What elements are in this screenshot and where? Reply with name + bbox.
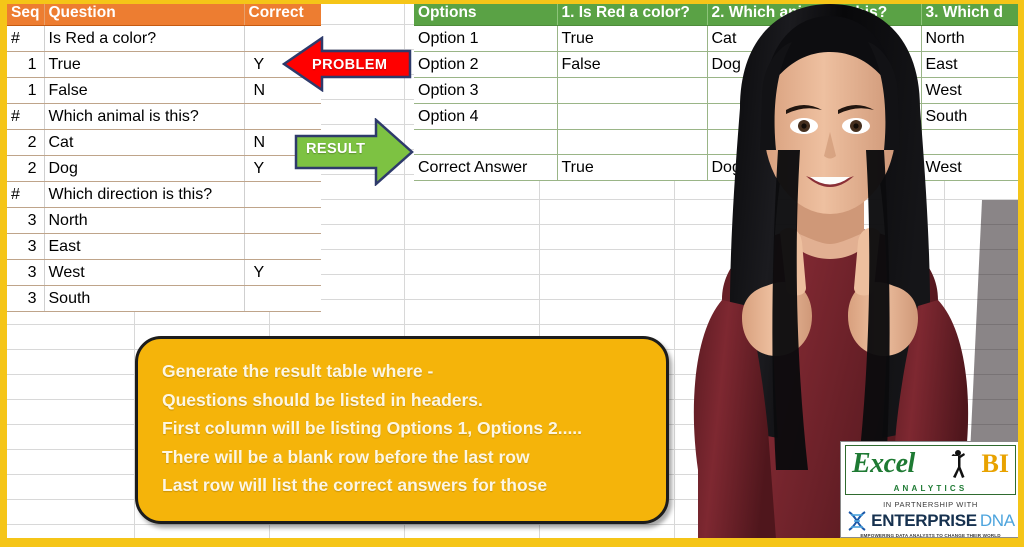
instructions-callout: Generate the result table where - Questi…: [135, 336, 669, 524]
result-cell-option-label[interactable]: [414, 129, 558, 155]
logo-dna-text: DNA: [979, 511, 1015, 530]
callout-line: Generate the result table where -: [162, 361, 434, 381]
problem-cell-seq[interactable]: 2: [7, 155, 45, 182]
dna-helix-icon: [848, 511, 866, 531]
result-arrow-label: RESULT: [306, 141, 366, 157]
problem-cell-seq[interactable]: 1: [7, 51, 45, 78]
problem-cell-question[interactable]: False: [44, 77, 245, 104]
problem-cell-question[interactable]: True: [44, 51, 245, 78]
problem-table[interactable]: Seq Question Correct # Is Red a color? 1…: [7, 0, 321, 312]
result-cell-option-label[interactable]: Option 4: [414, 103, 558, 130]
logo-enterprise-text: ENTERPRISE: [871, 511, 977, 530]
frame-left-edge: [0, 0, 7, 547]
table-row[interactable]: # Which direction is this?: [7, 181, 321, 208]
result-cell-option-label[interactable]: Option 3: [414, 77, 558, 104]
problem-cell-question[interactable]: North: [44, 207, 245, 234]
frame-top-edge: [0, 0, 1024, 4]
problem-cell-seq[interactable]: #: [7, 25, 45, 52]
problem-cell-question[interactable]: Dog: [44, 155, 245, 182]
logo-bi-text: BI: [981, 449, 1009, 478]
problem-cell-seq[interactable]: 1: [7, 77, 45, 104]
problem-cell-question[interactable]: Cat: [44, 129, 245, 156]
logo-excel-text: Excel: [852, 448, 915, 479]
logo-brand-box: Excel BI ANALYTICS: [845, 445, 1016, 495]
table-row[interactable]: 2 Dog Y: [7, 155, 321, 182]
frame-right-edge: [1018, 0, 1024, 547]
excel-bi-logo: Excel BI ANALYTICS IN PARTNERSHIP WITH E…: [840, 441, 1021, 538]
problem-cell-question[interactable]: Which animal is this?: [44, 103, 245, 130]
problem-cell-seq[interactable]: 2: [7, 129, 45, 156]
screenshot-canvas: Seq Question Correct # Is Red a color? 1…: [0, 0, 1024, 547]
problem-cell-seq[interactable]: #: [7, 181, 45, 208]
problem-cell-question[interactable]: Is Red a color?: [44, 25, 245, 52]
problem-cell-correct[interactable]: Y: [244, 259, 321, 286]
result-cell-option-label[interactable]: Correct Answer: [414, 154, 558, 181]
problem-cell-seq[interactable]: #: [7, 103, 45, 130]
table-row[interactable]: # Which animal is this?: [7, 103, 321, 130]
jumping-person-icon: [951, 450, 965, 478]
callout-line: Last row will list the correct answers f…: [162, 475, 548, 495]
logo-analytics-text: ANALYTICS: [893, 484, 968, 493]
table-row[interactable]: 3 West Y: [7, 259, 321, 286]
problem-cell-correct[interactable]: [244, 233, 321, 260]
result-cell-option-label[interactable]: Option 2: [414, 51, 558, 78]
problem-cell-seq[interactable]: 3: [7, 207, 45, 234]
callout-line: There will be a blank row before the las…: [162, 446, 530, 467]
logo-partnership-text: IN PARTNERSHIP WITH: [883, 500, 978, 509]
problem-cell-seq[interactable]: 3: [7, 233, 45, 260]
result-cell-option-label[interactable]: Option 1: [414, 25, 558, 52]
problem-cell-seq[interactable]: 3: [7, 285, 45, 312]
frame-bottom-edge: [0, 538, 1024, 547]
table-row[interactable]: 1 False N: [7, 77, 321, 104]
table-row[interactable]: 1 True Y: [7, 51, 321, 78]
problem-arrow-label: PROBLEM: [312, 57, 388, 73]
problem-cell-correct[interactable]: [244, 285, 321, 312]
table-row[interactable]: 2 Cat N: [7, 129, 321, 156]
table-row[interactable]: 3 South: [7, 285, 321, 312]
problem-cell-question[interactable]: South: [44, 285, 245, 312]
table-row[interactable]: # Is Red a color?: [7, 25, 321, 52]
problem-cell-question[interactable]: East: [44, 233, 245, 260]
callout-line: First column will be listing Options 1, …: [162, 418, 583, 438]
problem-cell-correct[interactable]: [244, 207, 321, 234]
problem-cell-seq[interactable]: 3: [7, 259, 45, 286]
problem-cell-question[interactable]: West: [44, 259, 245, 286]
problem-cell-question[interactable]: Which direction is this?: [44, 181, 245, 208]
logo-enterprise-row: ENTERPRISE DNA: [841, 511, 1020, 531]
table-row[interactable]: 3 North: [7, 207, 321, 234]
callout-line: Questions should be listed in headers.: [162, 389, 483, 410]
table-row[interactable]: 3 East: [7, 233, 321, 260]
